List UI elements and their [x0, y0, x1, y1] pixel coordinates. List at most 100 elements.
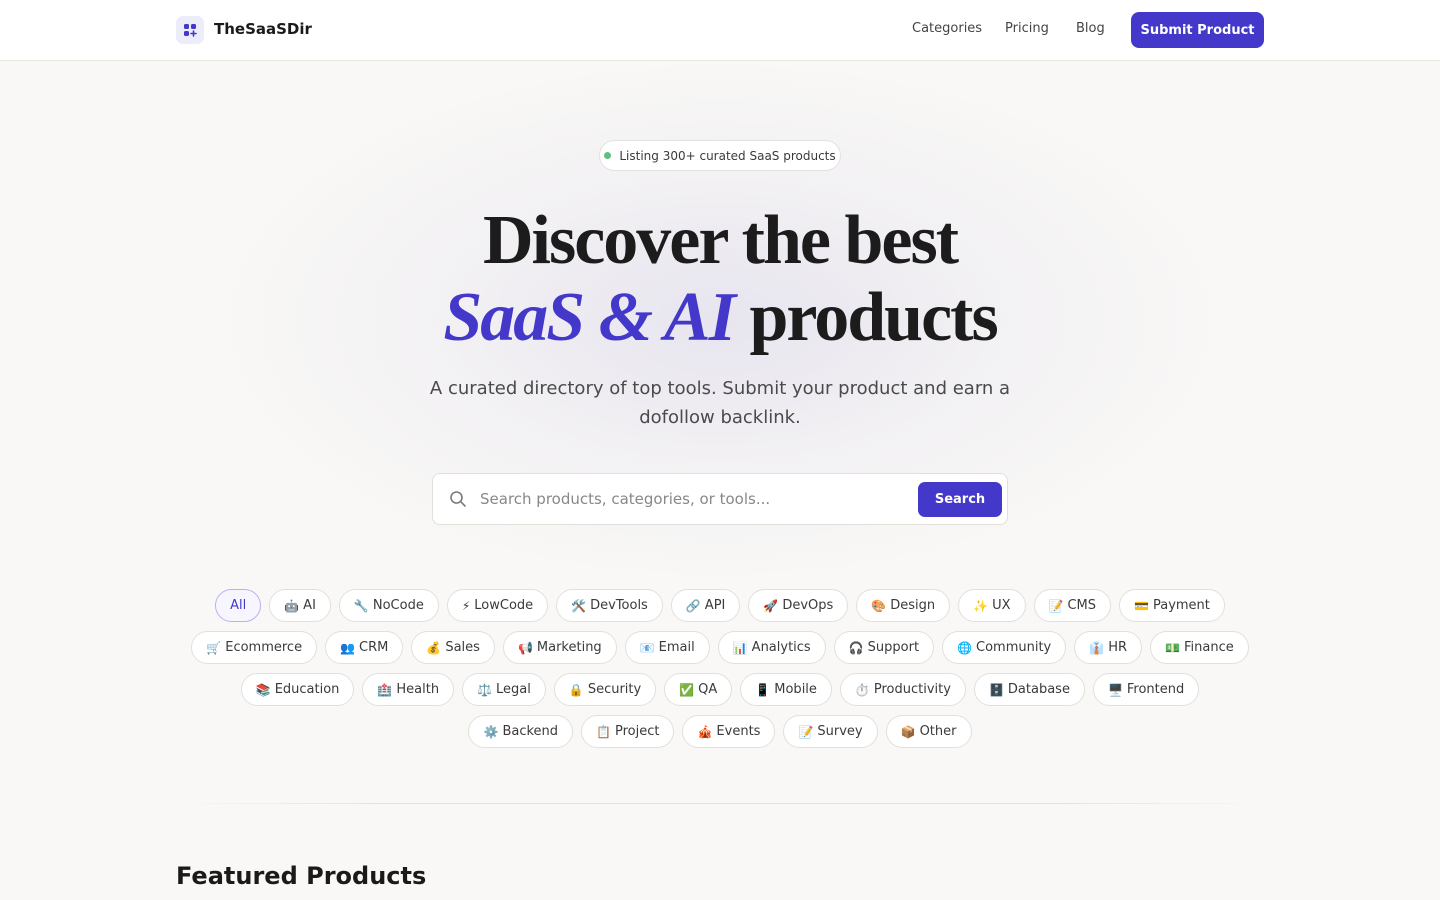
category-chip-events[interactable]: 🎪 Events [682, 715, 776, 748]
category-chip-label: Backend [502, 724, 559, 739]
category-chip-database[interactable]: 🗄️ Database [973, 673, 1085, 706]
category-chip-devops[interactable]: 🚀 DevOps [748, 589, 849, 622]
category-chip-label: Payment [1152, 598, 1210, 613]
category-chip-cms[interactable]: 📝 CMS [1033, 589, 1112, 622]
category-chip-label: DevOps [782, 598, 834, 613]
finance-category-icon: 💵 [1165, 640, 1180, 655]
category-chip-ux[interactable]: ✨ UX [958, 589, 1026, 622]
category-chip-label: Frontend [1126, 682, 1185, 697]
category-chip-label: Finance [1183, 640, 1234, 655]
hero-title-line1: Discover the best [482, 202, 959, 279]
category-chip-frontend[interactable]: 🖥️ Frontend [1092, 673, 1200, 706]
category-chip-lowcode[interactable]: ⚡ LowCode [446, 589, 549, 622]
category-chip-label: Community [976, 640, 1052, 655]
category-chip-hr[interactable]: 👔 HR [1074, 631, 1143, 664]
search-button[interactable]: Search [918, 482, 1002, 517]
qa-category-icon: ✅ [679, 682, 695, 697]
category-chip-project[interactable]: 📋 Project [581, 715, 675, 748]
ux-category-icon: ✨ [973, 598, 989, 613]
category-chip-design[interactable]: 🎨 Design [856, 589, 951, 622]
category-chip-label: Legal [496, 682, 531, 697]
category-chip-qa[interactable]: ✅ QA [664, 673, 733, 706]
category-chip-label: Education [274, 682, 340, 697]
category-chip-marketing[interactable]: 📢 Marketing [502, 631, 617, 664]
category-chip-finance[interactable]: 💵 Finance [1150, 631, 1249, 664]
category-chip-api[interactable]: 🔗 API [670, 589, 741, 622]
category-chip-label: Mobile [774, 682, 817, 697]
devops-category-icon: 🚀 [763, 598, 779, 613]
category-chip-label: Other [919, 724, 957, 739]
backend-category-icon: ⚙️ [483, 724, 499, 739]
category-chip-backend[interactable]: ⚙️ Backend [468, 715, 574, 748]
category-chip-label: UX [992, 598, 1011, 613]
nav-link-pricing[interactable]: Pricing [1005, 21, 1049, 36]
analytics-category-icon: 📊 [732, 640, 748, 655]
ai-category-icon: 🤖 [284, 598, 300, 613]
submit-product-button[interactable]: Submit Product [1131, 12, 1264, 48]
category-chip-security[interactable]: 🔒 Security [553, 673, 657, 706]
hero-title-accent: SaaS & AI [443, 279, 736, 356]
sales-category-icon: 💰 [426, 640, 442, 655]
lowcode-category-icon: ⚡ [461, 598, 471, 613]
cms-category-icon: 📝 [1048, 598, 1064, 613]
category-chip-education[interactable]: 📚 Education [240, 673, 355, 706]
database-category-icon: 🗄️ [988, 682, 1004, 697]
category-chip-label: Database [1007, 682, 1070, 697]
legal-category-icon: ⚖️ [477, 682, 493, 697]
category-chip-label: Ecommerce [225, 640, 303, 655]
support-category-icon: 🎧 [848, 640, 864, 655]
section-divider [176, 803, 1264, 804]
status-dot [604, 152, 612, 159]
nav-link-categories[interactable]: Categories [912, 21, 982, 36]
payment-category-icon: 💳 [1134, 598, 1149, 613]
devtools-category-icon: 🛠️ [571, 598, 587, 613]
other-category-icon: 📦 [900, 724, 916, 739]
nocode-category-icon: 🔧 [353, 598, 369, 613]
category-chip-label: QA [698, 682, 718, 697]
category-chip-label: All [230, 598, 247, 613]
category-chip-community[interactable]: 🌐 Community [942, 631, 1067, 664]
survey-category-icon: 📝 [798, 724, 814, 739]
category-chip-label: Marketing [536, 640, 602, 655]
category-chip-all[interactable]: All [215, 589, 262, 622]
category-chip-other[interactable]: 📦 Other [885, 715, 972, 748]
category-chip-label: CRM [359, 640, 389, 655]
category-chip-label: API [704, 598, 726, 613]
category-chip-label: LowCode [474, 598, 534, 613]
category-chip-payment[interactable]: 💳 Payment [1119, 589, 1225, 622]
category-chip-label: Analytics [751, 640, 811, 655]
category-chip-devtools[interactable]: 🛠️ DevTools [556, 589, 663, 622]
site-header: TheSaaSDir Categories Pricing Blog Submi… [0, 0, 1440, 61]
category-chip-productivity[interactable]: ⏱️ Productivity [839, 673, 966, 706]
listing-badge: Listing 300+ curated SaaS products [599, 140, 841, 171]
category-chip-health[interactable]: 🏥 Health [362, 673, 455, 706]
category-chip-legal[interactable]: ⚖️ Legal [462, 673, 546, 706]
logo-icon[interactable] [176, 16, 204, 44]
listing-badge-text: Listing 300+ curated SaaS products [619, 148, 836, 163]
category-chip-nocode[interactable]: 🔧 NoCode [338, 589, 439, 622]
hero-subtitle: A curated directory of top tools. Submit… [429, 378, 1011, 428]
category-chip-label: HR [1108, 640, 1128, 655]
category-chip-ai[interactable]: 🤖 AI [269, 589, 331, 622]
category-chip-label: AI [303, 598, 316, 613]
category-chip-sales[interactable]: 💰 Sales [411, 631, 495, 664]
category-chip-support[interactable]: 🎧 Support [833, 631, 935, 664]
category-chip-label: Security [587, 682, 642, 697]
category-chip-crm[interactable]: 👥 CRM [325, 631, 404, 664]
category-chip-ecommerce[interactable]: 🛒 Ecommerce [191, 631, 318, 664]
education-category-icon: 📚 [255, 682, 271, 697]
category-chip-analytics[interactable]: 📊 Analytics [717, 631, 826, 664]
api-category-icon: 🔗 [685, 598, 701, 613]
category-chip-label: Productivity [873, 682, 951, 697]
category-filter-list: All 🤖 AI 🔧 NoCode ⚡ LowCode 🛠️ DevTools 🔗 API 🚀 DevO… [190, 589, 1250, 748]
category-chip-label: Survey [817, 724, 863, 739]
events-category-icon: 🎪 [697, 724, 713, 739]
nav-link-blog[interactable]: Blog [1076, 21, 1105, 36]
search-input[interactable] [480, 484, 910, 514]
brand-name[interactable]: TheSaaSDir [214, 20, 312, 38]
category-chip-survey[interactable]: 📝 Survey [783, 715, 878, 748]
category-chip-mobile[interactable]: 📱 Mobile [740, 673, 832, 706]
category-chip-label: Sales [445, 640, 480, 655]
search-bar: Search [432, 473, 1008, 525]
category-chip-email[interactable]: 📧 Email [624, 631, 710, 664]
